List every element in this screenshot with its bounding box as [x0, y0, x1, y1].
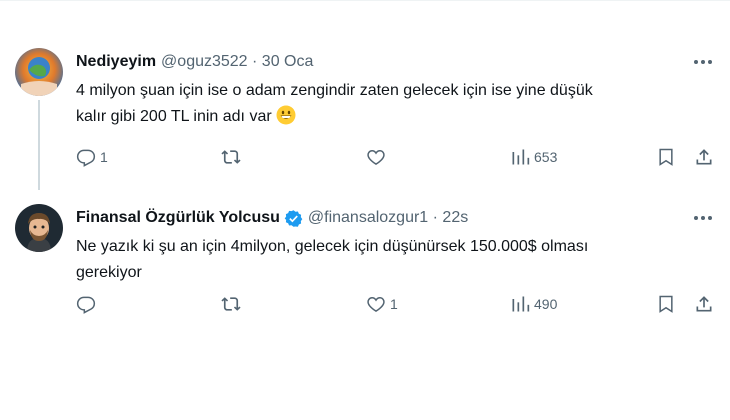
- more-options-icon[interactable]: [692, 208, 714, 228]
- tweet-text-line-2: kalır gibi 200 TL inin adı var: [76, 108, 272, 125]
- tweet-2[interactable]: Finansal Özgürlük Yolcusu @finansalozgur…: [0, 196, 730, 336]
- reply-button[interactable]: 1: [76, 145, 108, 169]
- bookmark-button[interactable]: [656, 145, 676, 169]
- more-options-icon[interactable]: [692, 52, 714, 72]
- user-name[interactable]: Nediyeyim: [76, 52, 156, 72]
- user-handle-time[interactable]: @oguz3522 · 30 Oca: [161, 52, 313, 72]
- tweet-1[interactable]: Nediyeyim @oguz3522 · 30 Oca 4 milyon şu…: [0, 40, 730, 200]
- tweet-header: Finansal Özgürlük Yolcusu @finansalozgur…: [76, 208, 468, 228]
- views-button[interactable]: 653: [510, 145, 557, 169]
- retweet-icon: [221, 150, 241, 164]
- like-button[interactable]: [366, 145, 386, 169]
- avatar[interactable]: [15, 48, 63, 96]
- retweet-button[interactable]: [221, 292, 241, 316]
- thread-line: [38, 100, 40, 190]
- tweet-text: Ne yazık ki şu an için 4milyon, gelecek …: [76, 234, 706, 286]
- reply-count: 1: [100, 149, 108, 165]
- tweet-text-line-1: Ne yazık ki şu an için 4milyon, gelecek …: [76, 238, 589, 255]
- reply-icon: [76, 149, 96, 167]
- bookmark-button[interactable]: [656, 292, 676, 316]
- retweet-icon: [221, 297, 241, 311]
- heart-icon: [367, 149, 385, 165]
- tweet-text-line-2: gerekiyor: [76, 264, 142, 281]
- like-button[interactable]: 1: [366, 292, 398, 316]
- retweet-button[interactable]: [221, 145, 241, 169]
- heart-icon: [367, 296, 385, 312]
- view-count: 653: [534, 149, 558, 165]
- verified-badge-icon: [284, 209, 303, 228]
- tweet-text: 4 milyon şuan için ise o adam zengindir …: [76, 78, 706, 130]
- grinning-face-icon: [276, 105, 296, 125]
- share-button[interactable]: [694, 145, 714, 169]
- views-button[interactable]: 490: [510, 292, 557, 316]
- user-handle-time[interactable]: @finansalozgur1 · 22s: [308, 208, 468, 228]
- top-divider: [0, 0, 730, 1]
- share-button[interactable]: [694, 292, 714, 316]
- like-count: 1: [390, 296, 398, 312]
- tweet-actions: 1 653: [76, 145, 716, 169]
- tweet-actions: 1 490: [76, 292, 716, 316]
- reply-button[interactable]: [76, 292, 96, 316]
- view-count: 490: [534, 296, 558, 312]
- reply-icon: [76, 296, 96, 314]
- tweet-header: Nediyeyim @oguz3522 · 30 Oca: [76, 52, 313, 72]
- views-chart-icon: [512, 296, 530, 312]
- views-chart-icon: [512, 149, 530, 165]
- bookmark-icon: [659, 295, 673, 313]
- user-name[interactable]: Finansal Özgürlük Yolcusu: [76, 208, 280, 228]
- share-icon: [696, 149, 712, 165]
- bookmark-icon: [659, 148, 673, 166]
- tweet-text-line-1: 4 milyon şuan için ise o adam zengindir …: [76, 82, 593, 99]
- avatar[interactable]: [15, 204, 63, 252]
- share-icon: [696, 296, 712, 312]
